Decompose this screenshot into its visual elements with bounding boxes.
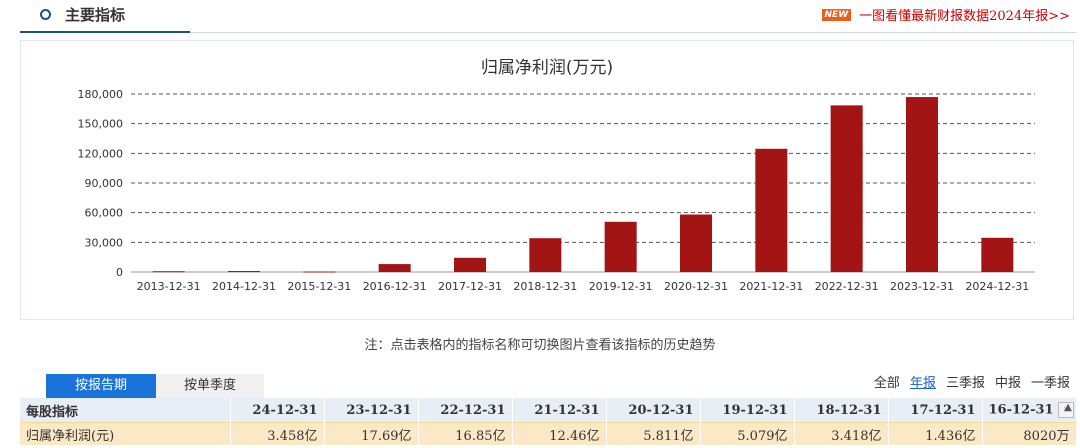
y-tick-label: 30,000 bbox=[85, 236, 124, 249]
col-header-date: 21-12-31 bbox=[512, 398, 607, 423]
col-header-date: 18-12-31 bbox=[794, 398, 889, 423]
table-cell: 16.85亿 bbox=[418, 422, 513, 445]
table-header-row: 每股指标 24-12-31 23-12-31 22-12-31 21-12-31… bbox=[20, 398, 1077, 423]
new-badge: NEW bbox=[821, 8, 852, 21]
bar-2020-12-31[interactable] bbox=[680, 214, 712, 272]
col-header-date: 17-12-31 bbox=[888, 398, 983, 423]
bar-2019-12-31[interactable] bbox=[604, 221, 637, 272]
section-title-text: 主要指标 bbox=[65, 6, 126, 24]
bar-2023-12-31[interactable] bbox=[906, 97, 938, 272]
col-header-date: 24-12-31 bbox=[230, 398, 325, 423]
tab-by-report-period[interactable]: 按报告期 bbox=[46, 374, 156, 398]
table-cell: 5.079亿 bbox=[700, 422, 795, 445]
y-tick-label: 150,000 bbox=[78, 118, 124, 131]
section-title-underline bbox=[20, 31, 190, 33]
x-tick-label: 2022-12-31 bbox=[815, 280, 879, 293]
scroll-up-icon[interactable]: ▲ bbox=[1064, 402, 1072, 413]
report-link[interactable]: NEW 一图看懂最新财报数据2024年报>> bbox=[821, 5, 1070, 24]
bar-2015-12-31[interactable] bbox=[303, 271, 336, 273]
filter-q3[interactable]: 三季报 bbox=[946, 372, 985, 391]
report-link-text[interactable]: 一图看懂最新财报数据2024年报>> bbox=[859, 5, 1070, 24]
chart-container: 归属净利润(万元) 0 30,000 60,000 90,000 120,000 150,… bbox=[20, 40, 1074, 320]
x-tick-label: 2016-12-31 bbox=[363, 280, 427, 293]
section-title: 主要指标 bbox=[40, 4, 125, 25]
x-tick-label: 2024-12-31 bbox=[965, 280, 1029, 293]
chart-note: 注：点击表格内的指标名称可切换图片查看该指标的历史趋势 bbox=[364, 338, 716, 353]
x-tick-label: 2013-12-31 bbox=[137, 280, 201, 293]
filter-midyear[interactable]: 中报 bbox=[995, 372, 1021, 391]
chart-title: 归属净利润(万元) bbox=[481, 58, 613, 78]
table-cell: 3.418亿 bbox=[794, 422, 889, 445]
bar-2018-12-31[interactable] bbox=[529, 238, 562, 272]
bar-2014-12-31[interactable] bbox=[228, 271, 260, 273]
net-profit-chart: 归属净利润(万元) 0 30,000 60,000 90,000 120,000 150,… bbox=[78, 58, 1035, 293]
x-tick-label: 2023-12-31 bbox=[890, 280, 954, 293]
table-cell: 5.811亿 bbox=[606, 422, 701, 445]
report-type-filters: 全部 年报 三季报 中报 一季报 bbox=[874, 372, 1070, 391]
bar-2013-12-31[interactable] bbox=[152, 271, 185, 273]
y-tick-label: 60,000 bbox=[85, 207, 124, 220]
x-tick-label: 2019-12-31 bbox=[589, 280, 653, 293]
col-header-date: 20-12-31 bbox=[606, 398, 701, 423]
table-cell: 3.458亿 bbox=[230, 422, 325, 445]
table-cell: 8020万 bbox=[982, 422, 1077, 445]
table-cell: 12.46亿 bbox=[512, 422, 607, 445]
col-header-date-text: 16-12-31 bbox=[988, 402, 1054, 418]
y-tick-label: 120,000 bbox=[78, 147, 124, 160]
section-header: 主要指标 NEW 一图看懂最新财报数据2024年报>> bbox=[20, 0, 1076, 33]
bar-2024-12-31[interactable] bbox=[981, 237, 1014, 272]
x-tick-label: 2018-12-31 bbox=[513, 280, 577, 293]
circle-bullet-icon bbox=[40, 9, 51, 20]
indicator-name-net-profit[interactable]: 归属净利润(元) bbox=[20, 422, 231, 445]
bar-2016-12-31[interactable] bbox=[378, 264, 411, 272]
table-cell: 17.69亿 bbox=[324, 422, 419, 445]
filter-annual[interactable]: 年报 bbox=[910, 372, 936, 391]
filter-all[interactable]: 全部 bbox=[874, 372, 900, 391]
col-header-indicator: 每股指标 bbox=[20, 398, 231, 423]
bar-2022-12-31[interactable] bbox=[830, 105, 863, 272]
filter-q1[interactable]: 一季报 bbox=[1031, 372, 1070, 391]
table-row: 归属净利润(元) 3.458亿 17.69亿 16.85亿 12.46亿 5.8… bbox=[20, 422, 1077, 445]
col-header-date: 16-12-31 » bbox=[982, 398, 1077, 423]
x-tick-label: 2015-12-31 bbox=[287, 280, 351, 293]
x-tick-label: 2020-12-31 bbox=[664, 280, 728, 293]
y-tick-label: 0 bbox=[116, 266, 123, 279]
col-header-date: 23-12-31 bbox=[324, 398, 419, 423]
bar-2021-12-31[interactable] bbox=[755, 148, 788, 272]
y-tick-label: 180,000 bbox=[78, 88, 124, 101]
indicator-table: 每股指标 24-12-31 23-12-31 22-12-31 21-12-31… bbox=[20, 398, 1077, 445]
tab-by-quarter[interactable]: 按单季度 bbox=[156, 374, 264, 398]
col-header-date: 19-12-31 bbox=[700, 398, 795, 423]
y-tick-label: 90,000 bbox=[85, 177, 124, 190]
x-tick-label: 2017-12-31 bbox=[438, 280, 502, 293]
table-cell: 1.436亿 bbox=[888, 422, 983, 445]
period-tabs: 按报告期 按单季度 bbox=[46, 374, 264, 398]
col-header-date: 22-12-31 bbox=[418, 398, 513, 423]
x-tick-label: 2014-12-31 bbox=[212, 280, 276, 293]
bar-2017-12-31[interactable] bbox=[454, 257, 486, 272]
x-tick-label: 2021-12-31 bbox=[739, 280, 803, 293]
